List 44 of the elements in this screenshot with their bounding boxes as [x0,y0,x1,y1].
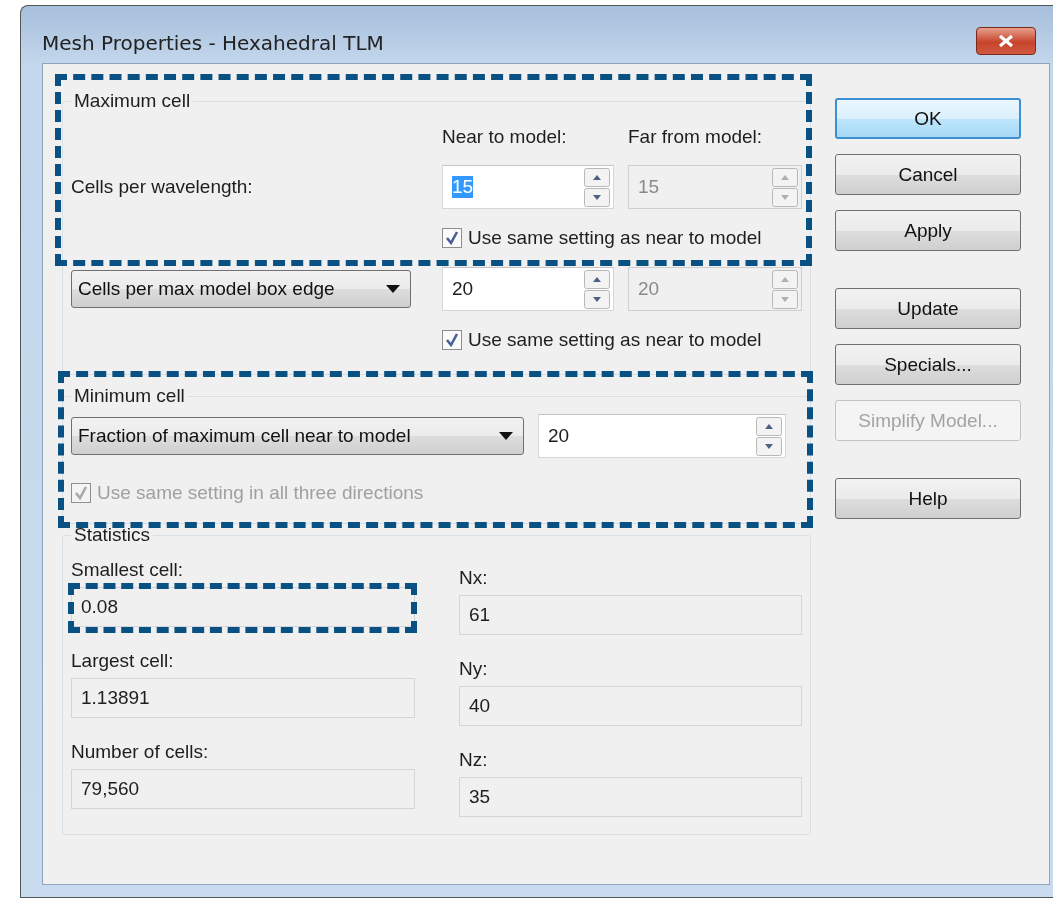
dialog-button[interactable]: Specials... [835,344,1021,385]
close-button[interactable] [976,27,1036,55]
spin-field[interactable]: 20 [442,267,614,311]
dropdown[interactable]: Fraction of maximum cell near to model [71,417,524,455]
field-label: Nz: [459,748,489,772]
read-only-field: 79,560 [71,769,415,809]
row-label: Cells per wavelength: [71,176,254,198]
checkbox[interactable] [442,330,462,350]
caret-icon [386,285,400,293]
group-title: Maximum cell [73,90,192,112]
read-only-field: 40 [459,686,802,726]
spin-down-icon[interactable] [584,289,610,309]
caret-icon [499,432,513,440]
checkbox-label: Use same setting as near to model [468,227,762,249]
spin-up-icon[interactable] [584,167,610,187]
dialog-button[interactable]: Update [835,288,1021,329]
dropdown[interactable]: Cells per max model box edge [71,270,411,308]
field-label: Ny: [459,657,489,681]
spin-up-icon[interactable] [584,269,610,289]
dialog-button[interactable]: Help [835,478,1021,519]
dialog-button[interactable]: Cancel [835,154,1021,195]
checkbox-label: Use same setting in all three directions [97,482,424,504]
dialog-button[interactable]: OK [835,98,1021,139]
checkbox-label: Use same setting as near to model [468,329,762,351]
window-title: Mesh Properties - Hexahedral TLM [42,30,384,55]
field-label: Largest cell: [71,649,175,673]
checkbox[interactable] [442,228,462,248]
field-label: Nx: [459,566,489,590]
spin-field[interactable]: 20 [538,414,786,458]
dialog-button[interactable]: Apply [835,210,1021,251]
read-only-field: 1.13891 [71,678,415,718]
read-only-field: 61 [459,595,802,635]
group-title: Minimum cell [73,385,186,407]
read-only-field: 0.08 [71,587,415,627]
column-header: Far from model: [628,126,764,148]
field-label: Smallest cell: [71,558,184,582]
column-header: Near to model: [442,126,568,148]
spin-up-icon[interactable] [756,416,782,436]
close-icon [997,34,1015,48]
spin-down-icon[interactable] [584,187,610,207]
read-only-field: 35 [459,777,802,817]
field-label: Number of cells: [71,740,210,764]
spin-down-icon[interactable] [756,436,782,456]
group-title: Statistics [73,524,152,546]
